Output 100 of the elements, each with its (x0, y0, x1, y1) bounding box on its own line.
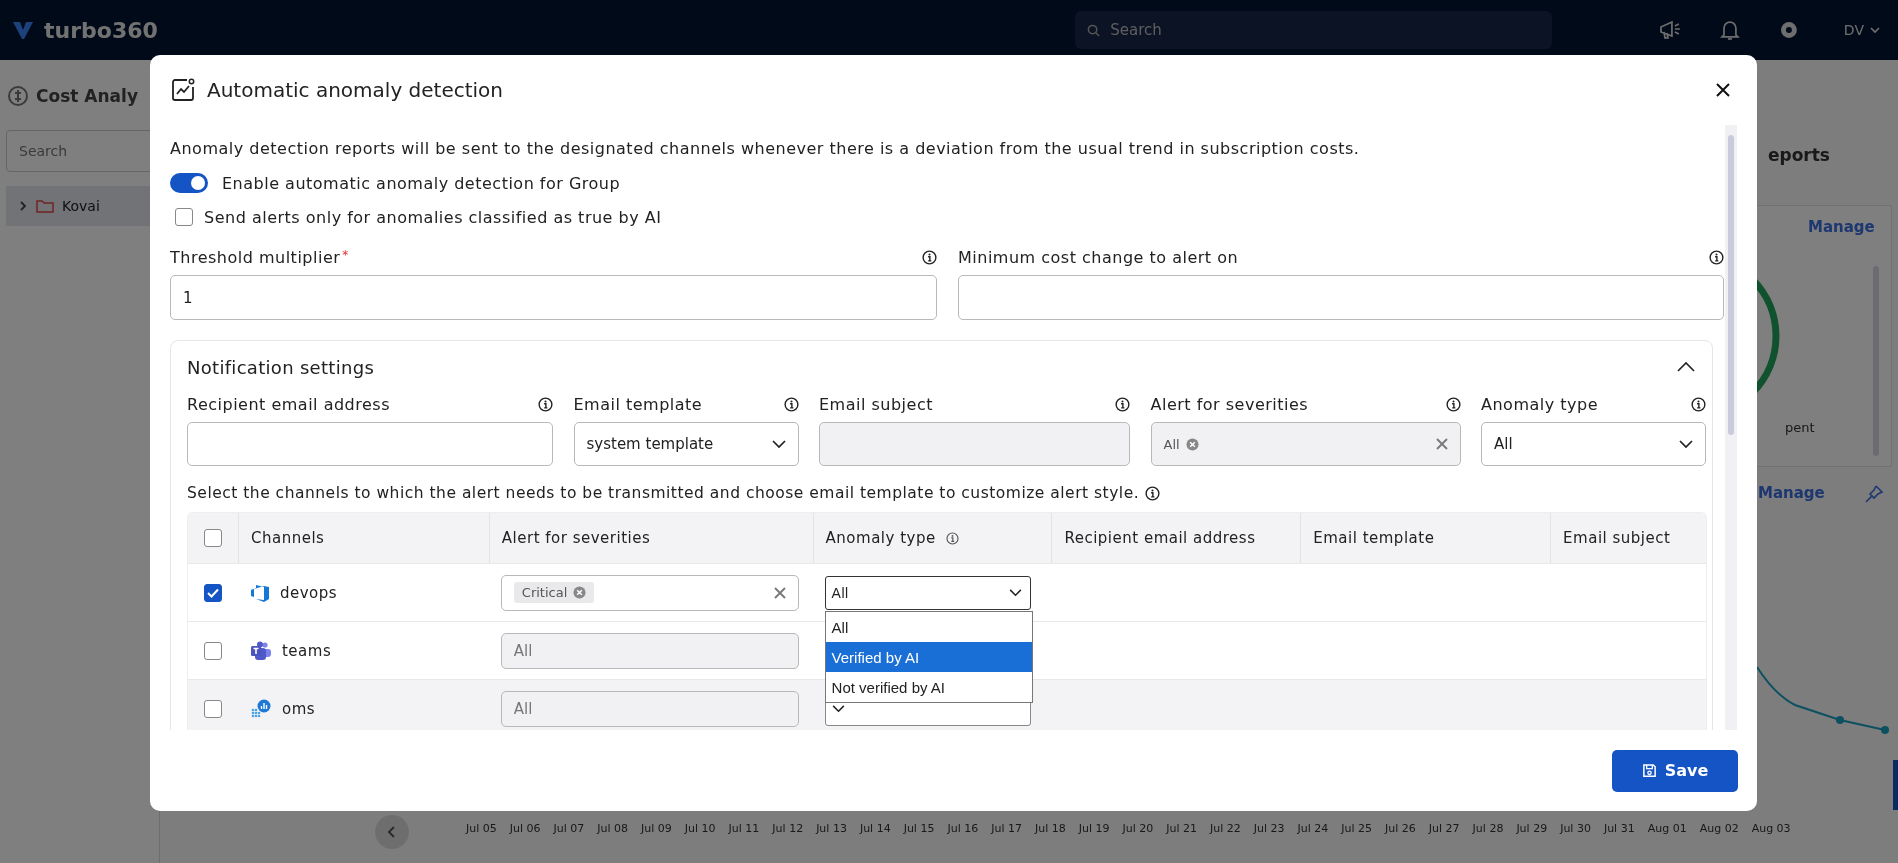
clear-icon[interactable] (773, 586, 786, 599)
info-icon[interactable] (783, 396, 799, 412)
dropdown-option[interactable]: Not verified by AI (825, 672, 1032, 702)
save-button[interactable]: Save (1612, 749, 1738, 792)
severity-select[interactable]: All (1150, 422, 1461, 466)
caret-icon (1008, 588, 1022, 597)
checkbox[interactable] (204, 641, 222, 660)
caret-icon (1870, 26, 1880, 34)
axis-label: Jul 14 (859, 822, 891, 835)
bell-icon[interactable] (1720, 19, 1740, 41)
severity-select[interactable]: Critical (500, 574, 799, 611)
severity-select[interactable]: All (500, 690, 799, 727)
checkbox[interactable] (204, 529, 222, 547)
page-title: Cost Analy (36, 86, 138, 106)
dropdown-option[interactable]: Verified by AI (825, 642, 1032, 672)
previous-button[interactable] (375, 815, 409, 849)
clear-icon[interactable] (1435, 438, 1448, 450)
close-icon (1715, 82, 1731, 98)
chart-icon (170, 77, 196, 103)
axis-label: Jul 15 (903, 822, 935, 835)
axis-label: Jul 07 (553, 822, 585, 835)
info-icon[interactable] (1709, 249, 1724, 265)
info-icon[interactable] (1445, 396, 1461, 412)
axis-label: Jul 30 (1560, 822, 1591, 835)
chevron-icon[interactable] (1677, 361, 1695, 373)
dropdown-option[interactable]: All (825, 612, 1032, 642)
channel-name: devops (280, 583, 338, 602)
tag: Critical (513, 582, 595, 603)
column-header: Recipient email address (1064, 529, 1256, 547)
tree-item[interactable]: Kovai (6, 186, 153, 226)
megaphone-icon[interactable] (1658, 19, 1683, 41)
axis-label: Jul 23 (1253, 822, 1285, 835)
column-header: Anomaly type (825, 529, 936, 547)
threshold-input[interactable]: 1 (170, 275, 937, 320)
select-field[interactable]: All (1481, 422, 1706, 466)
min-cost-input[interactable] (958, 275, 1724, 320)
toggle-label: Enable automatic anomaly detection for Group (222, 173, 621, 193)
logo-text: turbo360 (44, 17, 158, 43)
remove-icon[interactable] (1185, 437, 1199, 451)
field-label: Email template (573, 394, 703, 414)
channel-name: teams (282, 641, 332, 660)
axis-label: Jul 25 (1341, 822, 1373, 835)
search-field[interactable]: Search (1075, 11, 1553, 49)
toggle-switch[interactable] (170, 173, 208, 193)
checkbox[interactable] (204, 583, 222, 602)
axis-label: Jul 24 (1297, 822, 1329, 835)
axis-label: Jul 11 (728, 822, 760, 835)
info-icon[interactable] (1145, 485, 1161, 501)
field-label: Minimum cost change to alert on (958, 247, 1239, 267)
info-icon[interactable] (922, 249, 937, 265)
section-title: Notification settings (187, 356, 375, 378)
column-header: Alert for severities (501, 529, 651, 547)
search-input[interactable]: Search (1108, 20, 1307, 40)
field-label: Alert for severities (1150, 394, 1309, 414)
scrollbar[interactable] (1725, 125, 1737, 730)
remove-icon[interactable] (573, 586, 587, 599)
info-icon[interactable] (1691, 396, 1706, 412)
pin-icon[interactable] (1864, 484, 1884, 504)
axis-label: Jul 10 (684, 822, 716, 835)
info-icon[interactable] (538, 396, 553, 412)
axis-label: Jul 13 (816, 822, 847, 835)
axis-label: Jul 19 (1078, 822, 1110, 835)
axis-label: Jul 27 (1428, 822, 1460, 835)
save-icon (1641, 763, 1657, 778)
anomaly-select[interactable]: All (824, 575, 1031, 610)
field-label: Recipient email address (187, 394, 390, 414)
severity-select[interactable]: All (500, 632, 799, 669)
legend-text: pent (1785, 420, 1815, 435)
field-label: Email subject (819, 394, 933, 414)
user-menu[interactable]: DV (1837, 21, 1886, 39)
description-text: Anomaly detection reports will be sent to the designated channels whenever there is a deviation from the usual trend in subscription costs. (170, 139, 1361, 158)
subject-input[interactable] (819, 422, 1130, 466)
caret-icon (771, 439, 786, 449)
email-input[interactable] (187, 422, 553, 466)
axis-label: Jul 17 (991, 822, 1022, 835)
column-header: Channels (251, 529, 325, 547)
chevron-icon (387, 826, 397, 838)
axis-label: Aug 03 (1751, 822, 1791, 835)
checkbox[interactable] (175, 208, 193, 226)
tag: All (1163, 433, 1199, 455)
info-icon[interactable] (1115, 396, 1130, 412)
hint-text: Select the channels to which the alert needs to be transmitted and choose email template to customize alert style. (187, 484, 1140, 502)
axis-label: Jul 16 (947, 822, 979, 835)
select-field[interactable]: system template (573, 422, 799, 466)
caret-icon (831, 704, 845, 713)
axis-label: Jul 12 (772, 822, 804, 835)
column-header: Email template (1313, 529, 1435, 547)
caret-icon (1679, 439, 1693, 449)
axis-label: Jul 05 (466, 822, 497, 835)
axis-label: Jul 08 (597, 822, 629, 835)
axis-label: Aug 01 (1647, 822, 1687, 835)
settings-icon[interactable] (1778, 19, 1800, 41)
axis-label: Jul 29 (1516, 822, 1548, 835)
field-label: Threshold multiplier* (170, 247, 349, 267)
axis-label: Jul 18 (1034, 822, 1066, 835)
checkbox-label: Send alerts only for anomalies classified as true by AI (204, 207, 662, 227)
axis-label: Jul 06 (509, 822, 541, 835)
axis-label: Jul 28 (1472, 822, 1504, 835)
devops-icon (250, 582, 270, 603)
checkbox[interactable] (204, 699, 222, 718)
